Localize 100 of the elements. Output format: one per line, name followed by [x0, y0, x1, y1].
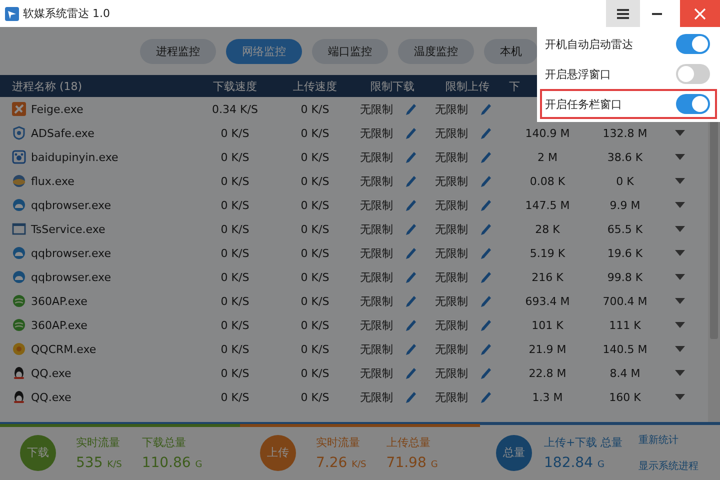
menu-button[interactable]: [606, 0, 640, 27]
app-icon: [12, 150, 26, 164]
limit-value: 无限制: [435, 174, 468, 188]
toggle-switch[interactable]: [676, 94, 710, 114]
stat-badge: 总量: [496, 434, 532, 470]
dropdown-button[interactable]: [675, 202, 685, 208]
caret-icon: [675, 346, 685, 352]
menu-item-label: 开机自动启动雷达: [545, 36, 633, 52]
pencil-icon: [406, 247, 416, 259]
pencil-icon: [481, 175, 491, 187]
edit-limit-button[interactable]: [481, 103, 491, 115]
speed-value: 0 K/S: [300, 294, 330, 308]
total-value: 38.6 K: [607, 150, 643, 164]
total-value: 19.6 K: [607, 246, 643, 260]
toggle-switch[interactable]: [676, 64, 710, 84]
app-icon: [12, 390, 26, 404]
pencil-icon: [481, 199, 491, 211]
tab[interactable]: 本机: [484, 38, 538, 64]
edit-limit-button[interactable]: [406, 271, 416, 283]
caret-icon: [675, 178, 685, 184]
process-name: 360AP.exe: [31, 294, 88, 308]
speed-value: 0 K/S: [300, 366, 330, 380]
edit-limit-button[interactable]: [481, 151, 491, 163]
tab[interactable]: 端口监控: [312, 38, 388, 64]
toggle-switch[interactable]: [676, 34, 710, 54]
edit-limit-button[interactable]: [406, 223, 416, 235]
edit-limit-button[interactable]: [481, 199, 491, 211]
menu-item[interactable]: 开启悬浮窗口: [540, 59, 717, 89]
total-value: 111 K: [609, 318, 641, 332]
dropdown-button[interactable]: [675, 154, 685, 160]
live-rate-label: 实时流量: [316, 434, 361, 450]
dropdown-button[interactable]: [675, 394, 685, 400]
edit-limit-button[interactable]: [406, 175, 416, 187]
edit-limit-button[interactable]: [481, 391, 491, 403]
limit-value: 无限制: [360, 294, 393, 308]
edit-limit-button[interactable]: [406, 127, 416, 139]
edit-limit-button[interactable]: [481, 175, 491, 187]
app-icon: [12, 294, 26, 308]
limit-value: 无限制: [435, 390, 468, 404]
dropdown-button[interactable]: [675, 298, 685, 304]
menu-item[interactable]: 开机自动启动雷达: [540, 29, 717, 59]
dropdown-button[interactable]: [675, 370, 685, 376]
limit-value: 无限制: [435, 342, 468, 356]
dropdown-button[interactable]: [675, 130, 685, 136]
link[interactable]: 重新统计: [638, 432, 699, 446]
process-name: baidupinyin.exe: [31, 150, 118, 164]
edit-limit-button[interactable]: [406, 103, 416, 115]
dropdown-button[interactable]: [675, 226, 685, 232]
process-name: QQ.exe: [31, 366, 72, 380]
edit-limit-button[interactable]: [406, 295, 416, 307]
edit-limit-button[interactable]: [481, 295, 491, 307]
total-value: 71.98 G: [386, 454, 438, 470]
edit-limit-button[interactable]: [481, 319, 491, 331]
link[interactable]: 显示系统进程: [638, 458, 699, 472]
total-value: 65.5 K: [607, 222, 643, 236]
close-button[interactable]: [680, 0, 720, 27]
pencil-icon: [406, 175, 416, 187]
app-icon: [12, 126, 26, 140]
edit-limit-button[interactable]: [406, 199, 416, 211]
column-header: 上传速度: [293, 80, 337, 92]
dropdown-button[interactable]: [675, 250, 685, 256]
edit-limit-button[interactable]: [481, 367, 491, 379]
menu-item[interactable]: 开启任务栏窗口: [540, 89, 717, 119]
edit-limit-button[interactable]: [406, 391, 416, 403]
pencil-icon: [406, 391, 416, 403]
caret-icon: [675, 154, 685, 160]
edit-limit-button[interactable]: [406, 151, 416, 163]
dropdown-button[interactable]: [675, 274, 685, 280]
limit-value: 无限制: [360, 198, 393, 212]
pencil-icon: [406, 295, 416, 307]
speed-value: 0 K/S: [300, 174, 330, 188]
live-rate-value: 535 K/S: [76, 454, 122, 470]
total-value: 1.3 M: [532, 390, 563, 404]
edit-limit-button[interactable]: [481, 247, 491, 259]
dropdown-button[interactable]: [675, 178, 685, 184]
tab[interactable]: 温度监控: [398, 38, 474, 64]
tab[interactable]: 网络监控: [226, 38, 302, 64]
minimize-icon: [652, 12, 662, 14]
edit-limit-button[interactable]: [406, 367, 416, 379]
process-name: QQ.exe: [31, 390, 72, 404]
edit-limit-button[interactable]: [406, 343, 416, 355]
total-value: 8.4 M: [610, 366, 640, 380]
edit-limit-button[interactable]: [481, 127, 491, 139]
app-icon: [12, 246, 26, 260]
process-name: qqbrowser.exe: [31, 270, 111, 284]
limit-value: 无限制: [360, 246, 393, 260]
edit-limit-button[interactable]: [481, 223, 491, 235]
speed-value: 0 K/S: [300, 246, 330, 260]
pencil-icon: [406, 223, 416, 235]
edit-limit-button[interactable]: [481, 343, 491, 355]
pencil-icon: [481, 391, 491, 403]
dropdown-button[interactable]: [675, 322, 685, 328]
edit-limit-button[interactable]: [481, 271, 491, 283]
speed-value: 0 K/S: [220, 174, 250, 188]
tab[interactable]: 进程监控: [140, 38, 216, 64]
pencil-icon: [481, 127, 491, 139]
total-value: 160 K: [609, 390, 641, 404]
edit-limit-button[interactable]: [406, 247, 416, 259]
dropdown-button[interactable]: [675, 346, 685, 352]
edit-limit-button[interactable]: [406, 319, 416, 331]
